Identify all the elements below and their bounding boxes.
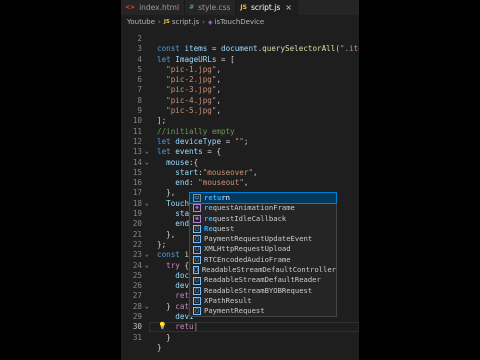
variable-icon: ▢ [193,276,201,285]
variable-icon: ▢ [193,287,201,295]
suggestion-item[interactable]: ▢ ReadableStreamDefaultController [190,265,336,275]
breadcrumb-symbol[interactable]: isTouchDevice [215,18,265,26]
code-line: 14 ⌄ mouse:{ [132,157,199,168]
variable-icon: ▢ [193,256,201,264]
tab-style-css[interactable]: # style.css [185,0,237,15]
tab-label: style.css [198,3,231,12]
code-line: 12 let deviceType = ""; [132,136,249,146]
chevron-down-icon[interactable]: ⌄ [145,261,149,271]
breadcrumb-file[interactable]: script.js [172,18,199,26]
suggestion-item[interactable]: ▢ ReadableStreamDefaultReader [190,275,336,285]
code-line: 9 "pic-5.jpg", [137,106,222,116]
code-line: 5 "pic-1.jpg", [137,64,222,74]
code-line: 16 end: "mouseout", [132,178,249,188]
breadcrumb-folder[interactable]: Youtube [127,18,155,26]
variable-icon: ▢ [193,266,199,275]
autocomplete-suggestions: ▭ retu rn ◈ re questAnimationFrame ◈ re questI… [189,191,337,317]
variable-icon: ▢ [193,307,201,316]
suggestion-item[interactable]: ▢ PaymentRequestUpdateEvent [190,234,336,244]
symbol-icon: ◈ [207,18,213,26]
css-file-icon: # [189,4,195,11]
suggestion-item[interactable]: ▢ ReadableStreamBYOBRequest [190,286,336,296]
variable-icon: ▢ [193,225,201,234]
tab-script-js[interactable]: JS script.js × [236,0,298,15]
code-line: 7 "pic-3.jpg", [137,85,222,95]
tab-label: index.html [139,3,180,12]
js-file-icon: JS [163,19,170,25]
code-line: 13 ⌄ let events = { [132,147,222,157]
suggestion-item[interactable]: ▢ RTCEncodedAudioFrame [190,255,336,265]
chevron-down-icon[interactable]: ⌄ [145,302,149,312]
chevron-right-icon: › [202,18,205,26]
code-line-current: 30 💡 retu| [121,322,359,333]
chevron-down-icon[interactable]: ⌄ [145,158,149,168]
suggestion-item[interactable]: ◈ re questIdleCallback [190,214,336,224]
function-icon: ◈ [193,204,201,213]
code-line: 2 [137,34,142,43]
close-icon[interactable]: × [285,3,292,12]
tab-bar: <> index.html # style.css JS script.js × [121,0,359,15]
code-line: 11//initially empty [132,126,235,136]
chevron-down-icon[interactable]: ⌄ [145,199,149,209]
code-line: 8 "pic-4.jpg", [137,95,222,105]
suggestion-item[interactable]: ▢ Re quest [190,224,336,234]
code-line: 10]; [132,116,167,126]
variable-icon: ▢ [193,235,201,244]
suggestion-item[interactable]: ▢ XPathResult [190,296,336,306]
suggestion-item[interactable]: ▢ PaymentRequest [190,306,336,316]
chevron-down-icon[interactable]: ⌄ [145,147,149,157]
suggestion-item[interactable]: ▭ retu rn [189,191,337,205]
html-file-icon: <> [125,4,136,11]
code-line: 6 "pic-2.jpg", [137,75,222,85]
variable-icon: ▢ [193,245,201,254]
tab-label: script.js [250,3,281,12]
function-icon: ◈ [193,215,201,223]
chevron-down-icon[interactable]: ⌄ [145,250,149,260]
suggestion-item[interactable]: ▢ XMLHttpRequestUpload [190,244,336,254]
code-line: 3 const items = document.querySelectorAll… [137,44,359,54]
code-line: 31 } [132,332,171,342]
keyword-icon: ▭ [193,194,201,203]
tab-index-html[interactable]: <> index.html [121,0,186,15]
code-line: 4 let ImageURLs = [ [137,54,235,64]
chevron-right-icon: › [158,18,161,26]
breadcrumb: Youtube › JS script.js › ◈ isTouchDevice [121,16,359,28]
variable-icon: ▢ [193,297,201,306]
code-line: } [157,342,162,352]
code-line: 15 start:"mouseover", [132,167,258,177]
suggestion-item[interactable]: ◈ re questAnimationFrame [190,203,336,213]
js-file-icon: JS [240,4,247,11]
